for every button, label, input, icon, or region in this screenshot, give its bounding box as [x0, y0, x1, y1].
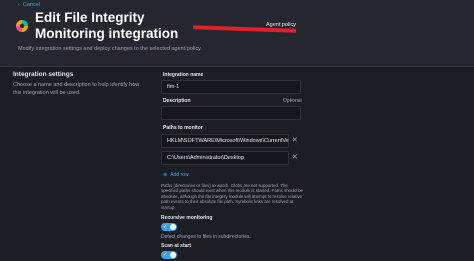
agent-policy-selector[interactable]: Agent policy: [193, 22, 301, 38]
plus-circle-icon: ⊕: [163, 172, 168, 178]
recursive-monitoring-label: Recursive monitoring: [161, 215, 213, 221]
header-divider: [0, 66, 474, 67]
path-value-1: HKLM\SOFTWARE\Microsoft\Windows\CurrentV…: [167, 138, 289, 144]
paths-help-text: Paths (directories or files) to watch. G…: [161, 183, 304, 210]
toggle-knob: [170, 252, 176, 258]
add-row-button[interactable]: ⊕ Add row: [163, 172, 189, 178]
agent-policy-label: Agent policy: [266, 22, 296, 28]
section-title: Integration settings: [13, 71, 74, 78]
remove-path-1-icon[interactable]: ✕: [292, 137, 298, 144]
checkmark-icon: ✓: [163, 252, 168, 258]
integration-name-value: fim-1: [167, 84, 180, 90]
path-input-2[interactable]: C:\Users\Administrator\Desktop: [161, 151, 289, 165]
description-input[interactable]: [161, 106, 301, 120]
recursive-monitoring-toggle[interactable]: ✓: [161, 223, 177, 231]
path-value-2: C:\Users\Administrator\Desktop: [167, 155, 245, 161]
section-description: Choose a name and description to help id…: [13, 82, 140, 96]
integration-name-label: Integration name: [163, 72, 204, 78]
remove-path-2-icon[interactable]: ✕: [292, 154, 298, 161]
page-title: Edit File Integrity Monitoring integrati…: [35, 10, 179, 41]
page-header: ‹ Cancel Edit File Integrity Monitoring …: [0, 0, 474, 66]
page-subtitle: Modify integration settings and deploy c…: [18, 46, 202, 52]
cancel-link[interactable]: ‹ Cancel: [18, 2, 40, 8]
checkmark-icon: ✓: [163, 224, 168, 230]
integration-name-input[interactable]: fim-1: [161, 80, 301, 94]
toggle-knob: [170, 224, 176, 230]
integration-logo-icon: [16, 20, 28, 32]
scan-at-start-toggle[interactable]: ✓: [161, 251, 177, 259]
scan-at-start-label: Scan at start: [161, 243, 192, 249]
cancel-label: Cancel: [22, 2, 40, 8]
description-label: Description: [163, 98, 191, 104]
path-input-1[interactable]: HKLM\SOFTWARE\Microsoft\Windows\CurrentV…: [161, 134, 289, 148]
recursive-monitoring-help: Detect changes to files in subdirectorie…: [161, 234, 251, 240]
add-row-label: Add row: [170, 172, 189, 178]
paths-to-monitor-label: Paths to monitor: [163, 125, 203, 131]
description-optional-hint: Optional: [283, 98, 302, 104]
chevron-left-icon: ‹: [18, 2, 20, 8]
